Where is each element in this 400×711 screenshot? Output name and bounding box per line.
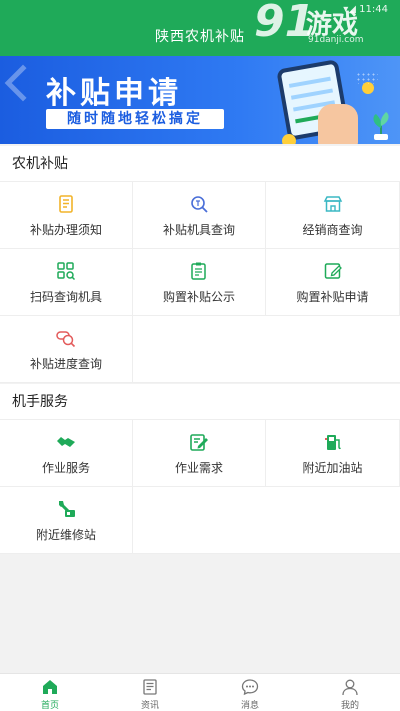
section-title: 机手服务 [0,384,400,420]
tab-profile[interactable]: 我的 [300,674,400,711]
banner-title: 补贴申请 [46,76,182,111]
subsidy-search-icon [191,196,208,213]
tab-label: 首页 [40,701,59,711]
grid-empty-cell [133,487,400,554]
grid-item-publicity[interactable]: 购置补贴公示 [133,249,266,316]
grid-item-label: 附近加油站 [302,461,363,475]
grid-item-label: 经销商查询 [302,223,363,237]
message-icon [241,679,259,696]
grid-item-work-demand[interactable]: 作业需求 [133,420,266,487]
store-icon [323,196,342,212]
grid-item-label: 补贴进度查询 [29,357,102,371]
grid-item-label: 补贴办理须知 [29,223,102,237]
progress-search-icon [56,331,76,348]
edit-icon [324,263,342,279]
hand-illustration-icon [318,104,358,144]
fuel-pump-icon [324,435,341,450]
grid-item-progress[interactable]: 补贴进度查询 [0,316,133,383]
grid-item-work-service[interactable]: 作业服务 [0,420,133,487]
tab-label: 消息 [240,701,259,711]
section-driver-service: 机手服务 作业服务 作业需求 附近加油站 附近维修站 [0,384,400,554]
section-farm-subsidy: 农机补贴 补贴办理须知 补贴机具查询 经销商查询 扫码查询机具 购置补贴公示 购… [0,146,400,383]
grid-item-dealer[interactable]: 经销商查询 [266,182,400,249]
grid-item-label: 补贴机具查询 [162,223,235,237]
grid-item-gas-station[interactable]: 附近加油站 [266,420,400,487]
wrench-repair-icon [59,501,75,517]
tab-label: 我的 [340,701,359,711]
grid-item-notice[interactable]: 补贴办理须知 [0,182,133,249]
tab-messages[interactable]: 消息 [200,674,300,711]
demand-edit-icon [190,434,208,451]
scan-grid-icon [57,262,76,281]
grid-item-repair-station[interactable]: 附近维修站 [0,487,133,554]
profile-icon [342,679,358,696]
grid-item-scan[interactable]: 扫码查询机具 [0,249,133,316]
notice-document-icon [59,195,73,213]
grid-item-label: 扫码查询机具 [29,290,102,304]
grid-empty-cell [133,316,400,383]
dots-decoration-icon [356,72,378,84]
arrow-decoration-icon [4,64,42,102]
tab-home[interactable]: 首页 [0,674,100,711]
subsidy-banner[interactable]: 补贴申请 随时随地轻松搞定 [0,56,400,144]
grid-item-subsidy-search[interactable]: 补贴机具查询 [133,182,266,249]
handshake-icon [57,437,75,447]
section-title: 农机补贴 [0,146,400,182]
tab-news[interactable]: 资讯 [100,674,200,711]
tab-label: 资讯 [140,701,159,711]
news-icon [143,679,157,695]
coin-icon [282,134,296,144]
watermark-logo: 91 游戏 91danji.com [254,0,394,50]
grid-item-label: 作业需求 [174,461,223,475]
grid-item-label: 购置补贴申请 [296,290,369,304]
grid-item-apply[interactable]: 购置补贴申请 [266,249,400,316]
watermark-url: 91danji.com [308,35,364,45]
plant-icon [373,112,389,140]
home-icon [43,680,57,694]
grid-item-label: 附近维修站 [35,528,96,542]
clipboard-icon [191,262,206,280]
banner-subtitle: 随时随地轻松搞定 [46,109,224,129]
bottom-tab-bar: 首页 资讯 消息 我的 [0,673,400,711]
grid-item-label: 购置补贴公示 [162,290,235,304]
grid-item-label: 作业服务 [41,461,90,475]
